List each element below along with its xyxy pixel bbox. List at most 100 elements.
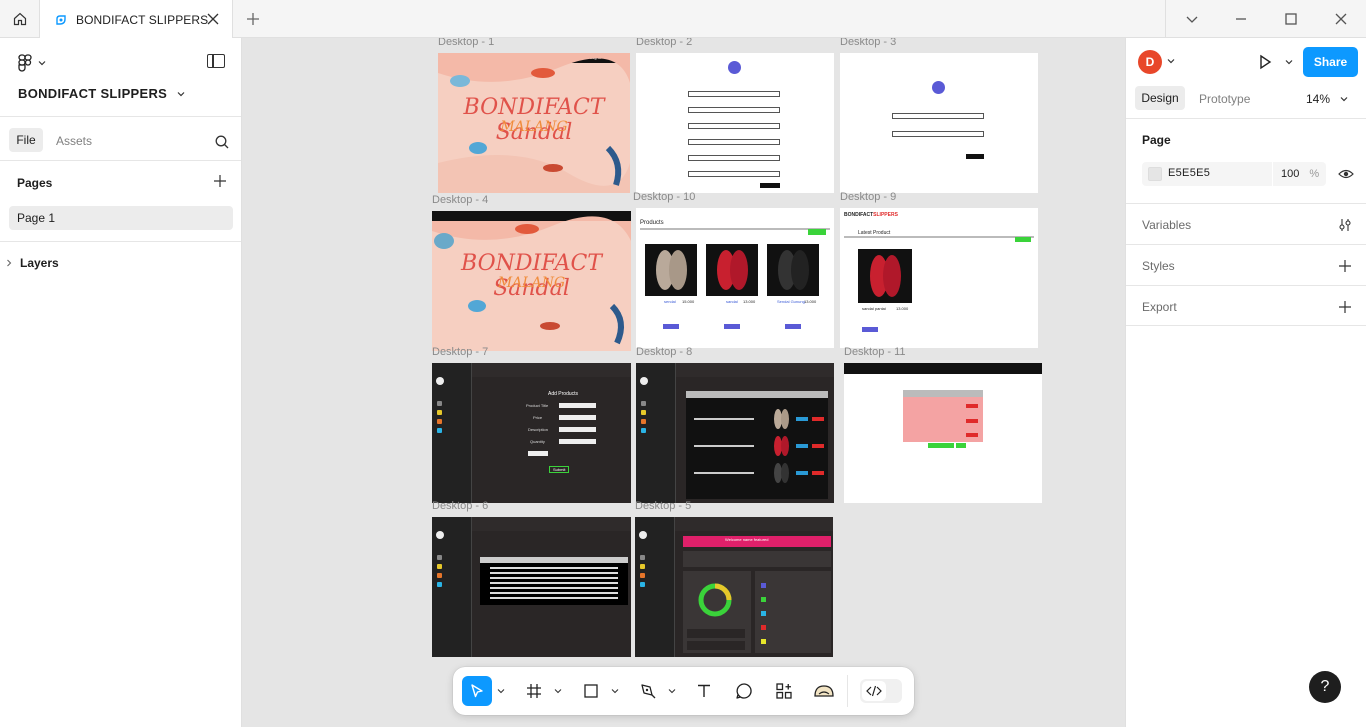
minimize-icon[interactable]: [1233, 11, 1249, 27]
sidebar-toggle-icon[interactable]: [207, 54, 225, 68]
nav-dot: [437, 410, 442, 415]
new-tab-icon[interactable]: [244, 10, 262, 28]
divider: [640, 228, 830, 230]
page-color-field[interactable]: E5E5E5 100 %: [1142, 162, 1326, 186]
eye-icon[interactable]: [1338, 167, 1354, 181]
chevron-right-icon: [7, 259, 12, 267]
nav-dot: [437, 428, 442, 433]
logo-mark: [639, 531, 647, 539]
frame-desktop-3[interactable]: [840, 53, 1038, 193]
canvas[interactable]: Desktop - 1 BONDIFACTSLIPPERS HomeLog In…: [242, 38, 1125, 727]
share-button[interactable]: Share: [1303, 47, 1358, 77]
home-tab[interactable]: [0, 0, 40, 38]
add-export-icon[interactable]: [1338, 300, 1352, 314]
frame-tool-button[interactable]: [519, 676, 549, 706]
frame-label[interactable]: Desktop - 5: [635, 500, 691, 512]
search-icon[interactable]: [214, 134, 230, 150]
variables-settings-icon[interactable]: [1338, 218, 1352, 232]
divider: [1126, 244, 1366, 245]
chevron-down-icon[interactable]: [1284, 57, 1294, 67]
main-menu-button[interactable]: [18, 53, 46, 73]
close-window-icon[interactable]: [1333, 11, 1349, 27]
frame-desktop-4[interactable]: BONDIFACT Sandal MALANG: [432, 211, 631, 351]
chevron-down-icon[interactable]: [1166, 56, 1176, 66]
admin-sidebar: [636, 363, 676, 503]
chevron-down-icon[interactable]: [554, 687, 562, 695]
zoom-dropdown[interactable]: 14%: [1306, 92, 1348, 106]
chevron-down-icon: [38, 61, 46, 66]
chevron-down-icon[interactable]: [611, 687, 619, 695]
export-heading[interactable]: Export: [1142, 300, 1177, 314]
page-opacity-field[interactable]: 100 %: [1272, 162, 1326, 186]
search-button: [1015, 237, 1031, 242]
frame-label[interactable]: Desktop - 4: [432, 194, 488, 206]
frame-label[interactable]: Desktop - 8: [636, 346, 692, 358]
opacity-value: 100: [1281, 168, 1300, 180]
frame-label[interactable]: Desktop - 1: [438, 38, 494, 48]
close-tab-icon[interactable]: [206, 12, 220, 26]
logo-mark: [640, 377, 648, 385]
styles-heading[interactable]: Styles: [1142, 259, 1175, 273]
donut-chart-art: [687, 583, 745, 650]
user-avatar[interactable]: D: [1138, 50, 1162, 74]
nav-dot: [641, 401, 646, 406]
frame-label[interactable]: Desktop - 9: [840, 191, 896, 203]
frame-desktop-11[interactable]: [844, 363, 1042, 503]
page-item-page-1[interactable]: Page 1: [9, 206, 233, 230]
frame-desktop-5[interactable]: Welcome name featured: [635, 517, 833, 657]
nav-dot: [641, 428, 646, 433]
left-panel: BONDIFACT SLIPPERS File Assets Pages Pag…: [0, 38, 242, 727]
products-heading: Products: [640, 220, 664, 226]
frame-label[interactable]: Desktop - 7: [432, 346, 488, 358]
welcome-banner: Welcome name featured: [683, 536, 831, 547]
shape-tool-button[interactable]: [576, 676, 606, 706]
frame-desktop-9[interactable]: BONDIFACTSLIPPERS Latest Product sandal …: [840, 208, 1038, 348]
ai-tool-button[interactable]: [809, 676, 839, 706]
product-price: 13.000: [804, 299, 817, 304]
file-tab[interactable]: BONDIFACT SLIPPERS: [40, 0, 233, 39]
present-play-icon[interactable]: [1256, 53, 1274, 71]
page-color-swatch[interactable]: [1148, 167, 1162, 181]
add-style-icon[interactable]: [1338, 259, 1352, 273]
chevron-down-icon[interactable]: [497, 687, 505, 695]
frame-label[interactable]: Desktop - 2: [636, 38, 692, 48]
frame-label[interactable]: Desktop - 11: [844, 346, 906, 358]
divider: [1126, 203, 1366, 204]
dev-mode-toggle[interactable]: [860, 679, 902, 703]
move-tool-button[interactable]: [462, 676, 492, 706]
chevron-down-icon[interactable]: [1184, 11, 1200, 27]
file-panel-tab[interactable]: File: [9, 128, 43, 152]
frame-desktop-8[interactable]: [636, 363, 834, 503]
frame-label[interactable]: Desktop - 6: [432, 500, 488, 512]
project-name-button[interactable]: BONDIFACT SLIPPERS: [18, 86, 185, 101]
page-color-hex[interactable]: E5E5E5: [1168, 167, 1210, 179]
add-page-icon[interactable]: [213, 174, 227, 188]
help-button[interactable]: ?: [1309, 671, 1341, 703]
divider: [0, 241, 241, 242]
projects-list-art: [761, 583, 766, 644]
logo-mark: [932, 81, 945, 94]
assets-panel-tab[interactable]: Assets: [56, 134, 92, 148]
projects-card: [755, 571, 831, 653]
frame-desktop-1[interactable]: BONDIFACTSLIPPERS HomeLog InRegister BON…: [438, 53, 630, 193]
frame-label[interactable]: Desktop - 10: [633, 191, 695, 203]
layers-section-toggle[interactable]: Layers: [6, 256, 59, 270]
maximize-icon[interactable]: [1283, 11, 1299, 27]
frame-desktop-6[interactable]: [432, 517, 631, 657]
frame-desktop-2[interactable]: [636, 53, 834, 193]
frame-desktop-7[interactable]: Add Products Product Title Price Descrip…: [432, 363, 631, 503]
divider: [1126, 325, 1366, 326]
actions-tool-button[interactable]: [769, 676, 799, 706]
pen-tool-button[interactable]: [633, 676, 663, 706]
field-label: Product Title: [526, 403, 549, 408]
prototype-tab[interactable]: Prototype: [1199, 92, 1250, 106]
admin-sidebar: [432, 517, 472, 657]
frame-label[interactable]: Desktop - 3: [840, 38, 896, 48]
frame-desktop-10[interactable]: Products sendal 15.000 sandal 13.000 Sen…: [636, 208, 834, 348]
text-tool-button[interactable]: [689, 676, 719, 706]
product-image: [706, 244, 758, 296]
variables-heading[interactable]: Variables: [1142, 218, 1191, 232]
chevron-down-icon[interactable]: [668, 687, 676, 695]
comment-tool-button[interactable]: [729, 676, 759, 706]
design-tab[interactable]: Design: [1135, 86, 1185, 110]
